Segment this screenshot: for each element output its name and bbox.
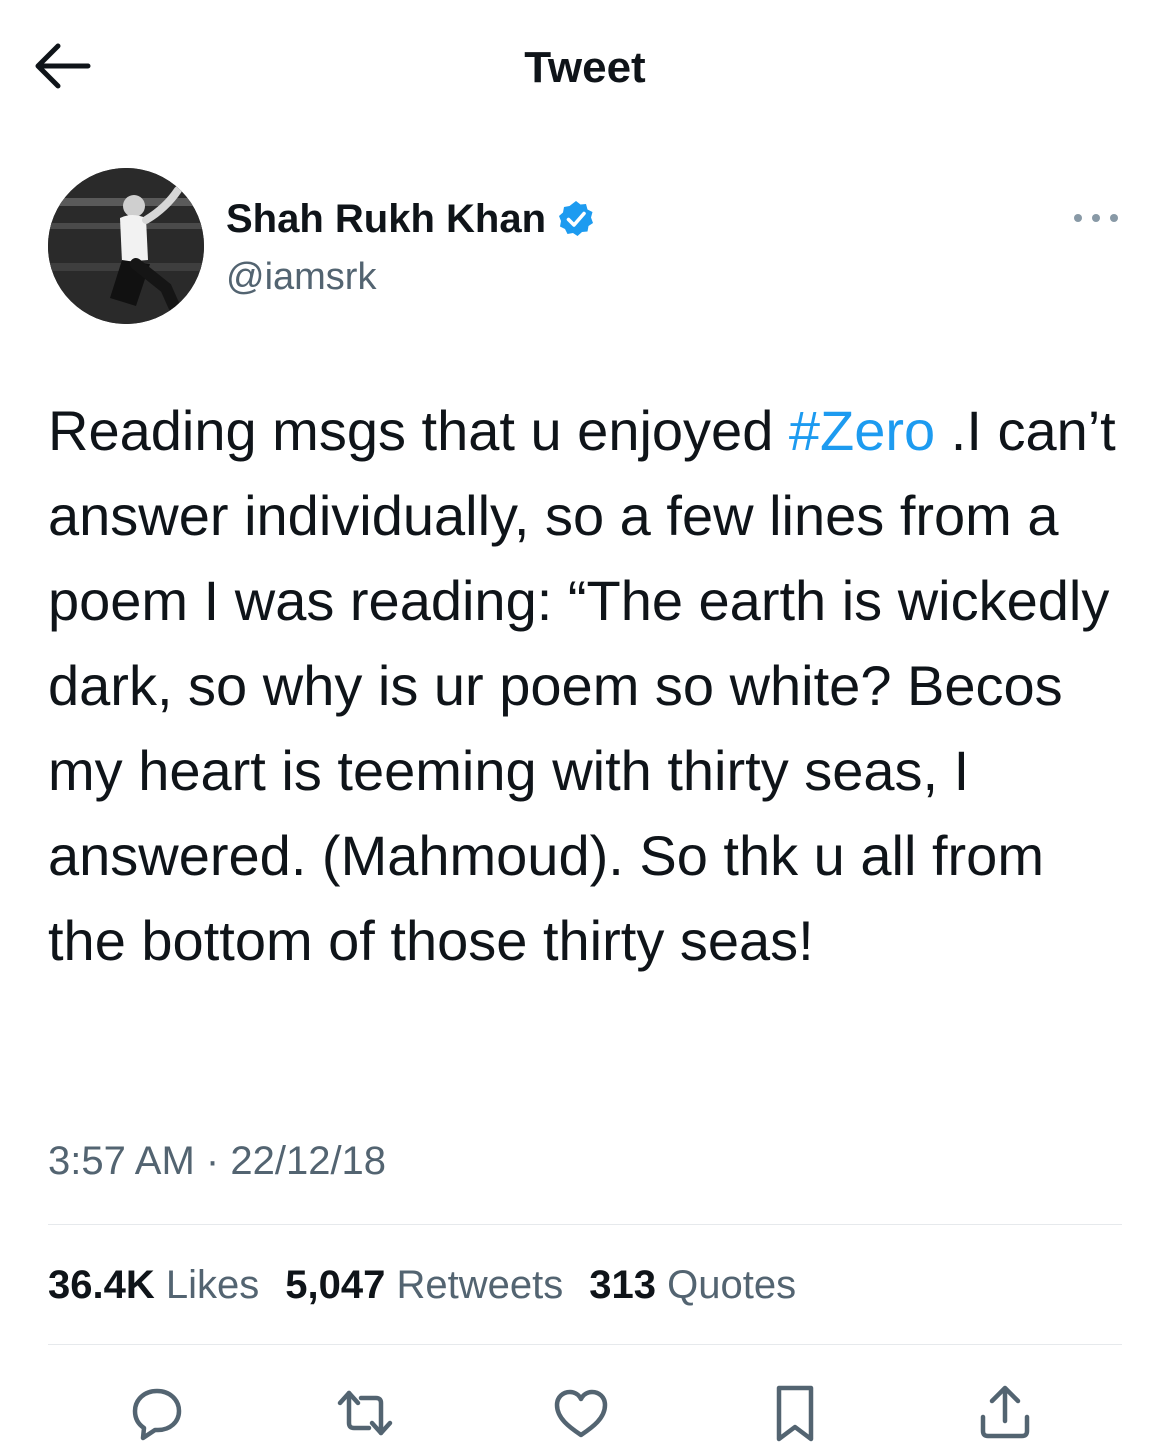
hashtag-link[interactable]: #Zero [789, 399, 935, 462]
reply-button[interactable] [122, 1378, 192, 1448]
more-options-button[interactable] [1070, 200, 1122, 236]
retweets-count: 5,047 [285, 1263, 386, 1307]
likes-count: 36.4K [48, 1263, 155, 1307]
likes-label: Likes [165, 1263, 260, 1307]
divider [48, 1224, 1122, 1225]
quotes-count: 313 [589, 1263, 656, 1307]
engagement-stats: 36.4K Likes 5,047 Retweets 313 Quotes [48, 1260, 822, 1310]
likes-stat[interactable]: 36.4K Likes [48, 1260, 259, 1310]
retweet-button[interactable] [330, 1378, 400, 1448]
divider [48, 1344, 1122, 1345]
tweet-text-end: .I can’t answer individually, so a few l… [48, 399, 1116, 972]
like-icon [554, 1389, 608, 1438]
reply-icon [132, 1388, 182, 1441]
retweets-label: Retweets [396, 1263, 564, 1307]
page-title: Tweet [524, 43, 646, 92]
avatar[interactable] [48, 168, 204, 324]
quotes-stat[interactable]: 313 Quotes [589, 1260, 796, 1310]
share-button[interactable] [970, 1378, 1040, 1448]
like-button[interactable] [546, 1378, 616, 1448]
tweet-date: 22/12/18 [230, 1139, 387, 1183]
more-horizontal-icon [1074, 214, 1118, 222]
bookmark-icon [776, 1385, 814, 1442]
retweets-stat[interactable]: 5,047 Retweets [285, 1260, 563, 1310]
quotes-label: Quotes [667, 1263, 797, 1307]
bookmark-button[interactable] [760, 1378, 830, 1448]
share-icon [980, 1385, 1030, 1439]
retweet-icon [337, 1390, 393, 1436]
meta-separator: · [205, 1139, 220, 1183]
tweet-time: 3:57 AM [48, 1139, 195, 1183]
avatar-photo [48, 168, 204, 324]
verified-badge-icon [559, 201, 594, 236]
author-handle[interactable]: @iamsrk [226, 252, 376, 302]
action-bar [0, 1378, 1170, 1448]
tweet-text: Reading msgs that u enjoyed #Zero .I can… [48, 388, 1128, 983]
author-name[interactable]: Shah Rukh Khan [226, 192, 546, 246]
tweet-text-start: Reading msgs that u enjoyed [48, 399, 789, 462]
tweet-timestamp[interactable]: 3:57 AM · 22/12/18 [48, 1136, 386, 1186]
